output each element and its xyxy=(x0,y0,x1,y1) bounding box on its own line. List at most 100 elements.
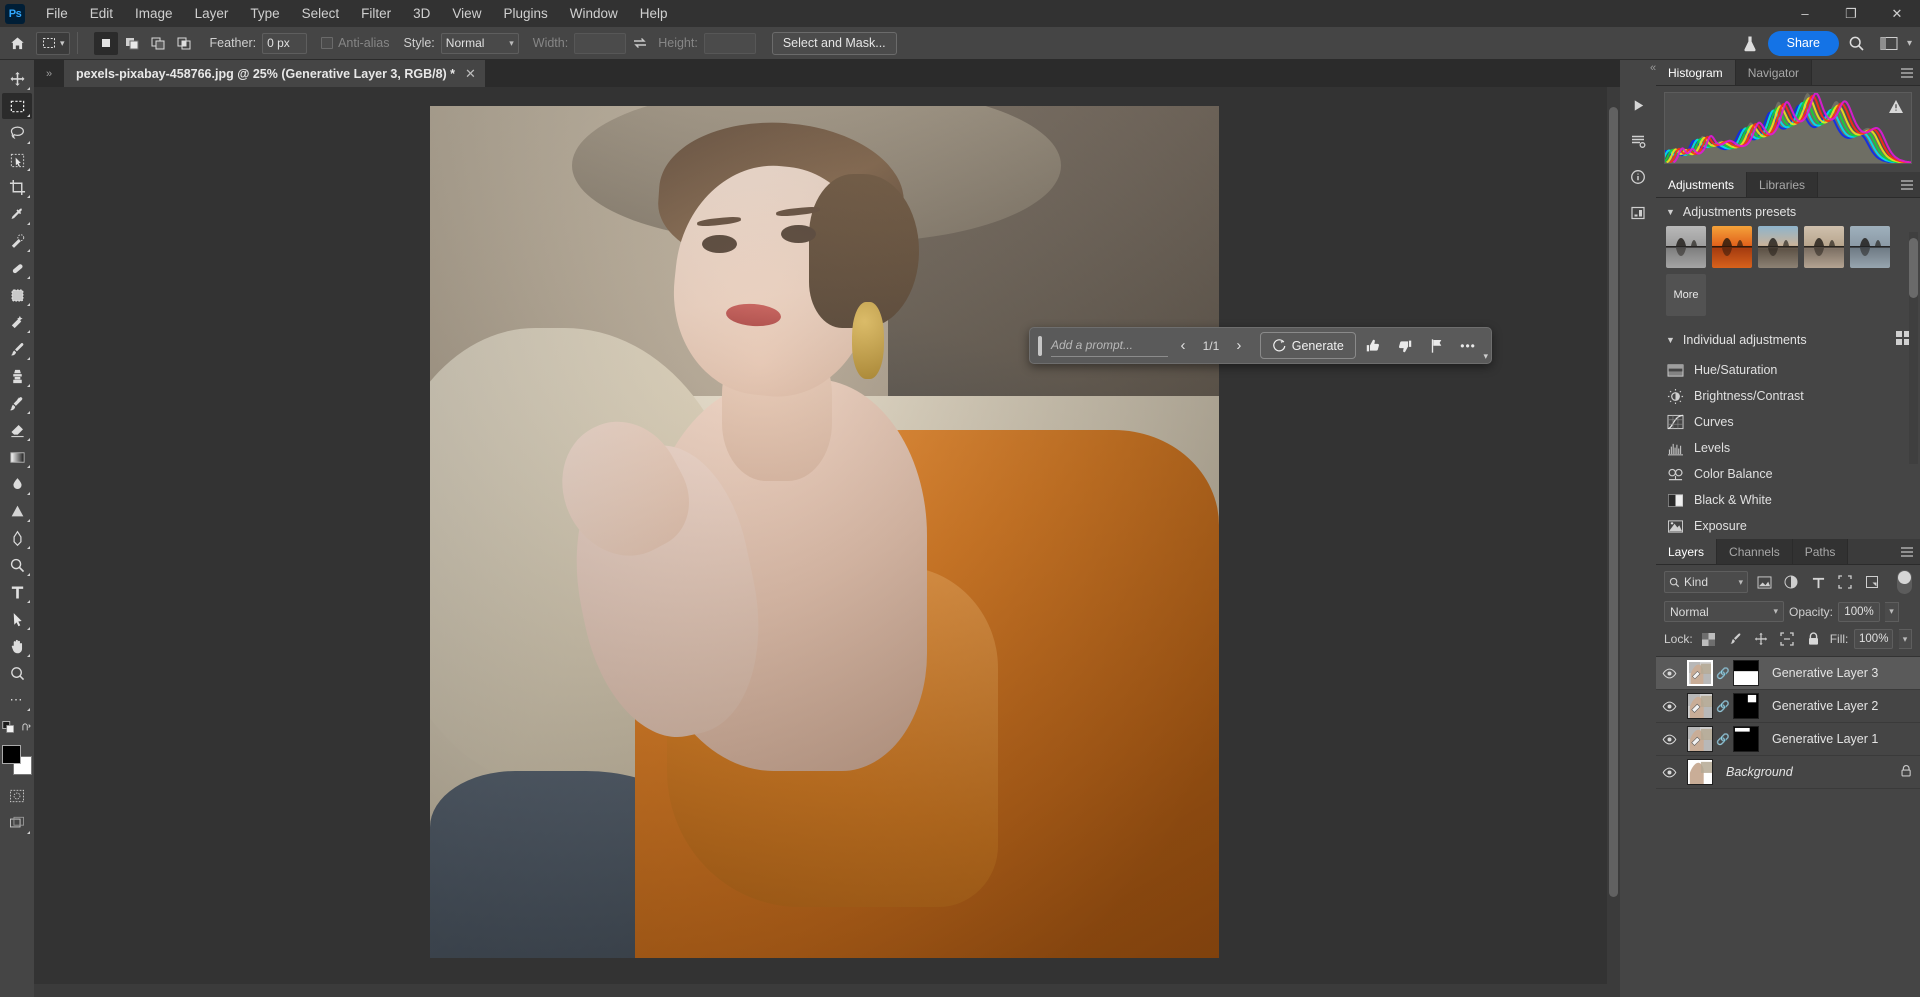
magnifier-tool[interactable] xyxy=(2,552,32,578)
eraser-tool[interactable] xyxy=(2,417,32,443)
vertical-scrollbar[interactable] xyxy=(1607,87,1620,997)
panel-menu-icon[interactable] xyxy=(1894,539,1920,564)
menu-item-type[interactable]: Type xyxy=(239,2,290,25)
filter-adjustment-icon[interactable] xyxy=(1780,571,1802,593)
foreground-background-swatches[interactable] xyxy=(2,745,32,775)
feather-input[interactable] xyxy=(262,33,307,54)
filter-shape-icon[interactable] xyxy=(1834,571,1856,593)
adjustment-preset-2[interactable] xyxy=(1712,226,1752,268)
screen-mode-button[interactable] xyxy=(2,810,32,836)
type-tool[interactable] xyxy=(2,579,32,605)
layer-thumbnail[interactable] xyxy=(1687,726,1713,752)
grid-view-icon[interactable] xyxy=(1896,331,1910,348)
chevron-down-icon[interactable]: ▾ xyxy=(1483,351,1488,362)
object-selection-tool[interactable] xyxy=(2,147,32,173)
height-input[interactable] xyxy=(704,33,756,54)
restore-button[interactable]: ❐ xyxy=(1828,0,1874,27)
workspace-switcher-icon[interactable] xyxy=(1875,30,1903,56)
path-selection-tool[interactable] xyxy=(2,606,32,632)
foreground-color-swatch[interactable] xyxy=(2,745,21,764)
zoom-tool[interactable] xyxy=(2,660,32,686)
minimize-button[interactable]: – xyxy=(1782,0,1828,27)
tab-adjustments[interactable]: Adjustments xyxy=(1656,172,1747,197)
scrollbar-thumb[interactable] xyxy=(1609,107,1618,897)
move-tool[interactable] xyxy=(2,66,32,92)
healing-brush-tool[interactable] xyxy=(2,255,32,281)
tab-navigator[interactable]: Navigator xyxy=(1736,60,1812,85)
layer-row[interactable]: Background xyxy=(1656,756,1920,789)
select-and-mask-button[interactable]: Select and Mask... xyxy=(772,32,897,55)
comments-icon[interactable] xyxy=(1624,128,1652,154)
remove-tool[interactable] xyxy=(2,309,32,335)
menu-item-window[interactable]: Window xyxy=(559,2,629,25)
adjustment-item-brightness-contrast[interactable]: Brightness/Contrast xyxy=(1656,383,1920,409)
filter-pixel-icon[interactable] xyxy=(1753,571,1775,593)
adjustment-preset-4[interactable] xyxy=(1804,226,1844,268)
document-tab[interactable]: pexels-pixabay-458766.jpg @ 25% (Generat… xyxy=(64,60,486,87)
horizontal-scrollbar[interactable] xyxy=(34,984,1620,997)
hand-tool[interactable] xyxy=(2,633,32,659)
learn-icon[interactable] xyxy=(1624,200,1652,226)
adjustment-item-exposure[interactable]: Exposure xyxy=(1656,513,1920,539)
prompt-input[interactable]: Add a prompt... xyxy=(1051,335,1168,357)
next-variation-button[interactable]: › xyxy=(1226,333,1252,359)
width-input[interactable] xyxy=(574,33,626,54)
close-button[interactable]: ✕ xyxy=(1874,0,1920,27)
anti-alias-checkbox[interactable]: Anti-alias xyxy=(321,36,389,50)
layer-visibility-toggle[interactable] xyxy=(1656,701,1682,712)
fill-value[interactable]: 100% xyxy=(1854,629,1893,649)
close-icon[interactable]: ✕ xyxy=(465,66,476,82)
adjustment-item-black-white[interactable]: Black & White xyxy=(1656,487,1920,513)
edit-toolbar-button[interactable]: ⋯ xyxy=(2,687,32,713)
thumbs-down-icon[interactable] xyxy=(1390,333,1420,359)
workspace-chevron-icon[interactable]: ▾ xyxy=(1907,38,1912,49)
tab-histogram[interactable]: Histogram xyxy=(1656,60,1736,85)
panel-menu-icon[interactable] xyxy=(1894,60,1920,85)
mask-link-icon[interactable]: 🔗 xyxy=(1718,667,1728,680)
eyedropper-tool[interactable] xyxy=(2,201,32,227)
lock-artboard-nesting-icon[interactable] xyxy=(1777,628,1797,650)
menu-item-select[interactable]: Select xyxy=(291,2,351,25)
add-to-selection-button[interactable] xyxy=(120,32,144,55)
lock-position-icon[interactable] xyxy=(1751,628,1771,650)
menu-item-file[interactable]: File xyxy=(35,2,79,25)
previous-variation-button[interactable]: ‹ xyxy=(1170,333,1196,359)
adjustment-item-hue-saturation[interactable]: Hue/Saturation xyxy=(1656,357,1920,383)
canvas-area[interactable]: Add a prompt... ‹ 1/1 › Generate ••• ▾ xyxy=(34,87,1620,997)
rectangular-marquee-tool[interactable] xyxy=(2,93,32,119)
clone-stamp-tool[interactable] xyxy=(2,363,32,389)
layer-row[interactable]: 🔗Generative Layer 2 xyxy=(1656,690,1920,723)
blend-mode-select[interactable]: Normal ▾ xyxy=(1664,601,1784,622)
tab-paths[interactable]: Paths xyxy=(1793,539,1849,564)
menu-item-filter[interactable]: Filter xyxy=(350,2,402,25)
info-icon[interactable] xyxy=(1624,164,1652,190)
layer-mask-thumbnail[interactable] xyxy=(1733,726,1759,752)
dodge-tool[interactable] xyxy=(2,498,32,524)
layer-mask-thumbnail[interactable] xyxy=(1733,660,1759,686)
more-presets-button[interactable]: More xyxy=(1666,274,1706,316)
adjustment-preset-5[interactable] xyxy=(1850,226,1890,268)
opacity-chevron-icon[interactable]: ▾ xyxy=(1885,602,1899,622)
lock-transparent-pixels-icon[interactable] xyxy=(1699,628,1719,650)
cached-data-warning-icon[interactable] xyxy=(1888,99,1904,119)
adjustments-presets-header[interactable]: ▼ Adjustments presets xyxy=(1656,198,1920,226)
blur-tool[interactable] xyxy=(2,471,32,497)
menu-item-help[interactable]: Help xyxy=(629,2,679,25)
gradient-tool[interactable] xyxy=(2,444,32,470)
intersect-selection-button[interactable] xyxy=(172,32,196,55)
mask-link-icon[interactable]: 🔗 xyxy=(1718,700,1728,713)
image-canvas[interactable] xyxy=(430,106,1219,958)
quick-mask-mode-button[interactable] xyxy=(2,783,32,809)
adjustment-preset-3[interactable] xyxy=(1758,226,1798,268)
menu-item-plugins[interactable]: Plugins xyxy=(492,2,558,25)
search-icon[interactable] xyxy=(1843,30,1871,56)
menu-item-layer[interactable]: Layer xyxy=(184,2,240,25)
layer-row[interactable]: 🔗Generative Layer 3 xyxy=(1656,657,1920,690)
filter-enable-toggle[interactable] xyxy=(1897,570,1912,594)
share-button[interactable]: Share xyxy=(1768,31,1839,56)
tool-preset-picker[interactable]: ▾ xyxy=(36,32,70,55)
swap-width-height-icon[interactable] xyxy=(626,30,654,56)
generate-button[interactable]: Generate xyxy=(1260,332,1356,359)
filter-kind-select[interactable]: Kind ▾ xyxy=(1664,571,1748,593)
menu-item-view[interactable]: View xyxy=(441,2,492,25)
